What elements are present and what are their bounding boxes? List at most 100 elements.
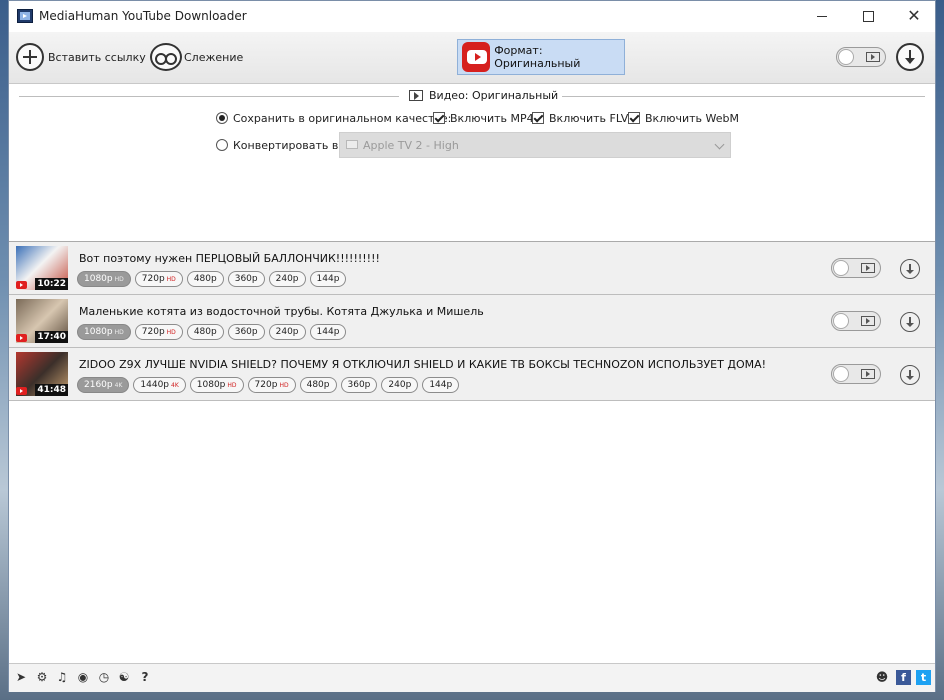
quality-chip[interactable]: 144p bbox=[422, 377, 460, 393]
user-icon[interactable]: ☻ bbox=[875, 670, 889, 684]
toggle-knob bbox=[833, 313, 849, 329]
paste-link-button[interactable]: Вставить ссылку bbox=[16, 41, 146, 73]
video-audio-toggle[interactable] bbox=[836, 47, 886, 67]
snail-icon[interactable]: ◉ bbox=[76, 670, 90, 684]
quality-chip[interactable]: 360p bbox=[340, 377, 378, 393]
quality-chip[interactable]: 360p bbox=[227, 271, 265, 287]
list-item[interactable]: 41:48 ZIDOO Z9X ЛУЧШЕ NVIDIA SHIELD? ПОЧ… bbox=[9, 348, 935, 401]
video-title: ZIDOO Z9X ЛУЧШЕ NVIDIA SHIELD? ПОЧЕМУ Я … bbox=[79, 358, 767, 371]
section-divider-left bbox=[19, 96, 399, 97]
plus-circle-icon bbox=[16, 43, 44, 71]
binoculars-icon bbox=[150, 43, 182, 71]
facebook-icon[interactable]: f bbox=[896, 670, 911, 685]
download-button[interactable] bbox=[900, 312, 920, 332]
maximize-button[interactable] bbox=[845, 1, 891, 32]
convert-profile-select[interactable]: Apple TV 2 - High bbox=[339, 132, 731, 158]
convert-radio[interactable] bbox=[216, 139, 228, 151]
paste-link-label: Вставить ссылку bbox=[48, 50, 146, 64]
minimize-button[interactable] bbox=[799, 1, 845, 32]
convert-label: Конвертировать в: bbox=[233, 139, 343, 152]
quality-chip[interactable]: 2160p 4K bbox=[77, 377, 130, 393]
quality-chip[interactable]: 144p bbox=[309, 324, 347, 340]
status-bar: ➤ ⚙ ♫ ◉ ◷ ☯ ? ☻ f t bbox=[9, 663, 935, 692]
minimize-icon bbox=[817, 15, 827, 17]
save-original-radio[interactable] bbox=[216, 112, 228, 124]
mp4-label: Включить MP4 bbox=[450, 112, 534, 125]
quality-chip[interactable]: 1080p HD bbox=[189, 377, 244, 393]
toggle-knob bbox=[838, 49, 854, 65]
app-film-icon bbox=[17, 9, 33, 23]
toggle-knob bbox=[833, 366, 849, 382]
quality-chip[interactable]: 144p bbox=[309, 271, 347, 287]
format-label: Формат: Оригинальный bbox=[494, 44, 581, 70]
download-all-button[interactable] bbox=[896, 43, 924, 71]
video-audio-toggle[interactable] bbox=[831, 258, 881, 278]
quality-chip[interactable]: 1080p HD bbox=[77, 324, 131, 340]
film-icon bbox=[866, 52, 880, 62]
video-audio-toggle[interactable] bbox=[831, 364, 881, 384]
download-list: 10:22 Вот поэтому нужен ПЕРЦОВЫЙ БАЛЛОНЧ… bbox=[9, 242, 935, 401]
quality-chip[interactable]: 1440p 4K bbox=[133, 377, 186, 393]
quality-options: 2160p 4K 1440p 4K 1080p HD 720p HD 480p 360p… bbox=[77, 377, 463, 393]
mp4-checkbox[interactable] bbox=[433, 112, 445, 124]
film-icon bbox=[861, 263, 875, 273]
tracking-button[interactable]: Слежение bbox=[150, 41, 243, 73]
chevron-down-icon bbox=[714, 139, 725, 150]
clock-icon[interactable]: ◷ bbox=[97, 670, 111, 684]
video-duration: 41:48 bbox=[35, 384, 68, 396]
film-icon bbox=[409, 90, 423, 101]
save-original-label: Сохранить в оригинальном качестве: bbox=[233, 112, 452, 125]
title-bar: MediaHuman YouTube Downloader ✕ bbox=[9, 1, 935, 32]
video-title: Вот поэтому нужен ПЕРЦОВЫЙ БАЛЛОНЧИК!!!!… bbox=[79, 252, 380, 265]
video-audio-toggle[interactable] bbox=[831, 311, 881, 331]
download-button[interactable] bbox=[900, 259, 920, 279]
youtube-icon bbox=[16, 334, 27, 342]
format-button[interactable]: Формат: Оригинальный bbox=[457, 39, 625, 75]
video-title: Маленькие котята из водосточной трубы. К… bbox=[79, 305, 484, 318]
quality-chip[interactable]: 240p bbox=[268, 271, 306, 287]
youtube-icon bbox=[16, 387, 27, 395]
list-item[interactable]: 10:22 Вот поэтому нужен ПЕРЦОВЫЙ БАЛЛОНЧ… bbox=[9, 242, 935, 295]
gear-icon[interactable]: ⚙ bbox=[35, 670, 49, 684]
video-thumbnail: 10:22 bbox=[16, 246, 68, 290]
quality-chip[interactable]: 240p bbox=[381, 377, 419, 393]
twitter-icon[interactable]: t bbox=[916, 670, 931, 685]
telegram-icon[interactable]: ➤ bbox=[14, 670, 28, 684]
video-duration: 10:22 bbox=[35, 278, 68, 290]
flv-label: Включить FLV bbox=[549, 112, 629, 125]
tracking-label: Слежение bbox=[184, 50, 244, 64]
video-thumbnail: 17:40 bbox=[16, 299, 68, 343]
quality-chip[interactable]: 480p bbox=[299, 377, 337, 393]
section-title-text: Видео: Оригинальный bbox=[429, 89, 559, 102]
quality-chip[interactable]: 480p bbox=[186, 324, 224, 340]
quality-chip[interactable]: 1080p HD bbox=[77, 271, 131, 287]
flv-checkbox[interactable] bbox=[532, 112, 544, 124]
quality-chip[interactable]: 720p HD bbox=[247, 377, 296, 393]
quality-chip[interactable]: 360p bbox=[227, 324, 265, 340]
convert-profile-value: Apple TV 2 - High bbox=[363, 139, 459, 152]
quality-options: 1080p HD 720p HD 480p 360p 240p 144p bbox=[77, 324, 350, 340]
youtube-icon bbox=[462, 42, 491, 72]
video-thumbnail: 41:48 bbox=[16, 352, 68, 396]
section-title: Видео: Оригинальный bbox=[405, 89, 563, 102]
toolbar: Вставить ссылку Слежение Формат: Оригина… bbox=[9, 32, 935, 84]
webm-label: Включить WebM bbox=[645, 112, 739, 125]
close-button[interactable]: ✕ bbox=[891, 1, 937, 32]
section-divider-right bbox=[549, 96, 925, 97]
webm-checkbox[interactable] bbox=[628, 112, 640, 124]
help-icon[interactable]: ? bbox=[138, 670, 152, 684]
quality-chip[interactable]: 720p HD bbox=[134, 271, 183, 287]
music-note-icon[interactable]: ♫ bbox=[55, 670, 69, 684]
film-icon bbox=[861, 369, 875, 379]
quality-chip[interactable]: 720p HD bbox=[134, 324, 183, 340]
quality-chip[interactable]: 240p bbox=[268, 324, 306, 340]
tv-icon bbox=[346, 140, 358, 149]
quality-options: 1080p HD 720p HD 480p 360p 240p 144p bbox=[77, 271, 350, 287]
list-item[interactable]: 17:40 Маленькие котята из водосточной тр… bbox=[9, 295, 935, 348]
quality-chip[interactable]: 480p bbox=[186, 271, 224, 287]
app-window: MediaHuman YouTube Downloader ✕ Вставить… bbox=[8, 0, 936, 692]
toggle-knob bbox=[833, 260, 849, 276]
download-button[interactable] bbox=[900, 365, 920, 385]
maximize-icon bbox=[862, 10, 874, 22]
binoculars-icon[interactable]: ☯ bbox=[117, 670, 131, 684]
